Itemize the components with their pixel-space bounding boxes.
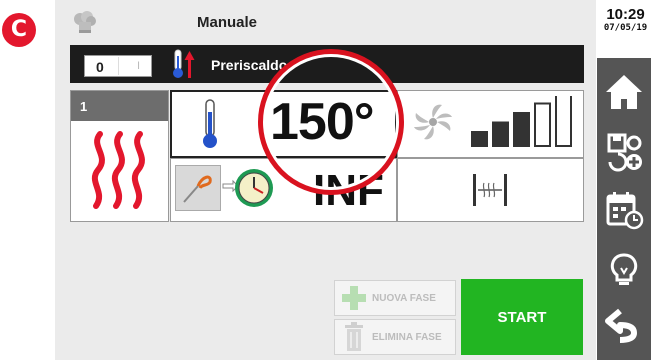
back-arrow-icon[interactable]	[604, 305, 644, 345]
clock-timer-icon	[235, 169, 273, 207]
prewarm-label: Preriscaldo	[211, 57, 288, 73]
fan-level-bar	[513, 112, 530, 147]
humidity-damper-icon	[473, 174, 507, 206]
chef-hat-icon	[74, 11, 96, 33]
core-probe-icon	[183, 175, 212, 203]
home-icon[interactable]	[604, 72, 644, 112]
calendar-clock-icon[interactable]	[604, 190, 644, 230]
phase-number: 1	[80, 99, 88, 114]
trash-icon	[345, 322, 363, 351]
plus-icon	[342, 286, 366, 310]
fan-level-bar	[492, 121, 509, 147]
toggle-divider	[118, 57, 119, 75]
fan-level-bars	[471, 96, 572, 147]
highlight-ring-inner	[263, 54, 399, 190]
thermometer-up-icon	[173, 49, 195, 78]
fan-level-bar	[471, 131, 488, 147]
prewarm-toggle-off: I	[137, 60, 141, 72]
clock-date: 07/05/19	[603, 23, 648, 33]
lightbulb-icon[interactable]	[604, 250, 644, 290]
delete-phase-label: ELIMINA FASE	[372, 332, 442, 343]
fan-icon	[414, 104, 452, 140]
page-title: Manuale	[197, 14, 258, 31]
section-badge: C	[2, 13, 36, 47]
new-phase-label: NUOVA FASE	[372, 293, 436, 304]
clock: 10:29 07/05/19	[600, 6, 651, 34]
start-label: START	[497, 309, 547, 326]
convection-heat-icon	[91, 131, 145, 209]
fan-level-bar	[534, 102, 551, 147]
thermometer-icon	[203, 99, 217, 148]
prewarm-toggle-value: 0	[96, 59, 104, 75]
fan-level-bar	[555, 96, 572, 147]
clock-time: 10:29	[606, 6, 645, 23]
save-settings-add-icon[interactable]	[604, 132, 644, 172]
